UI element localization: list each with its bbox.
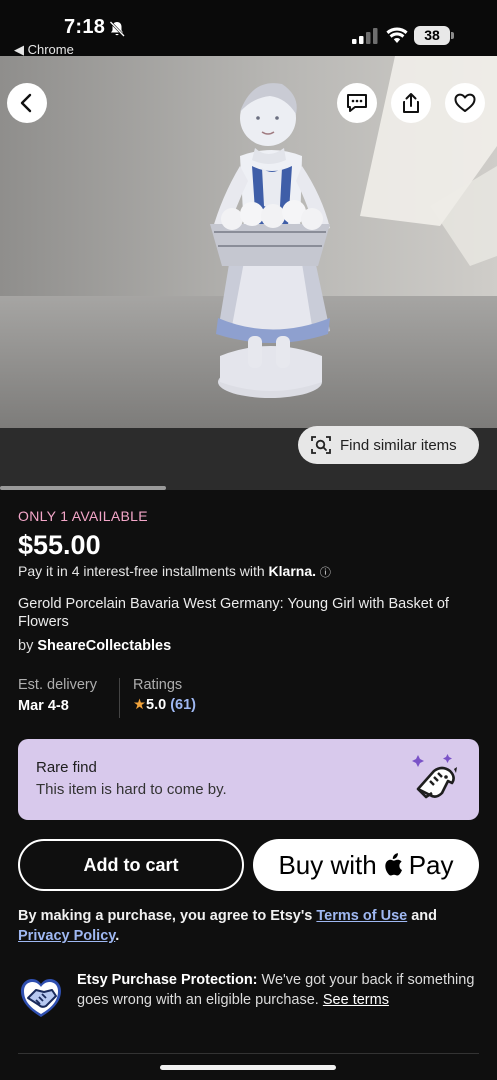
ratings-label: Ratings <box>133 677 183 693</box>
message-icon <box>347 94 367 112</box>
ratings-summary[interactable]: ★5.0 (61) <box>133 697 196 713</box>
rating-value: 5.0 <box>146 697 167 713</box>
rare-find-title: Rare find <box>36 759 97 776</box>
star-icon: ★ <box>133 697 146 713</box>
pay-label: Pay <box>408 849 454 880</box>
listing-title: Gerold Porcelain Bavaria West Germany: Y… <box>18 596 449 630</box>
home-indicator[interactable] <box>160 1065 336 1070</box>
terms-of-use-link[interactable]: Terms of Use <box>316 908 407 924</box>
section-divider <box>18 1053 479 1054</box>
chevron-left-icon <box>20 93 32 113</box>
price: $55.00 <box>18 530 101 560</box>
klarna-logo: Klarna. <box>268 563 317 579</box>
status-time: 7:18 <box>64 16 106 38</box>
apple-logo-icon <box>385 853 402 876</box>
favorite-button[interactable] <box>445 83 485 123</box>
share-icon <box>403 93 419 113</box>
battery-indicator: 38 <box>414 26 454 45</box>
purchase-protection-text: Etsy Purchase Protection: We've got your… <box>77 970 477 1010</box>
rare-find-card: Rare find This item is hard to come by. <box>18 739 479 820</box>
rare-find-subtitle: This item is hard to come by. <box>36 781 227 798</box>
bell-muted-icon <box>109 21 125 37</box>
unicorn-icon <box>412 754 457 799</box>
info-icon[interactable]: ⓘ <box>320 567 331 579</box>
privacy-policy-link[interactable]: Privacy Policy <box>18 928 115 944</box>
klarna-installments[interactable]: Pay it in 4 interest-free installments w… <box>18 563 331 580</box>
agreement-suffix: . <box>115 928 120 944</box>
seller-line[interactable]: by SheareCollectables <box>18 638 171 654</box>
protection-title: Etsy Purchase Protection: <box>77 972 258 988</box>
seller-prefix: by <box>18 638 34 654</box>
apple-pay-button[interactable]: Buy with Pay <box>253 839 479 891</box>
add-to-cart-button[interactable]: Add to cart <box>18 839 244 891</box>
find-similar-button[interactable]: Find similar items <box>298 426 479 464</box>
delivery-label: Est. delivery <box>18 677 97 693</box>
meta-divider <box>119 678 120 718</box>
buy-with-label: Buy with <box>278 849 377 880</box>
purchase-protection-icon <box>21 979 61 1017</box>
availability-label: ONLY 1 AVAILABLE <box>18 508 148 524</box>
see-terms-link[interactable]: See terms <box>323 992 389 1008</box>
delivery-value: Mar 4-8 <box>18 698 69 714</box>
back-button[interactable] <box>7 83 47 123</box>
cellular-signal-icon <box>352 28 378 44</box>
purchase-agreement: By making a purchase, you agree to Etsy'… <box>18 906 480 946</box>
visual-search-icon <box>311 436 331 454</box>
heart-icon <box>454 93 476 112</box>
photo-scroll-indicator <box>0 486 166 490</box>
wifi-icon <box>386 27 408 43</box>
share-button[interactable] <box>391 83 431 123</box>
agreement-and: and <box>411 908 438 924</box>
rating-count-link[interactable]: (61) <box>170 697 196 713</box>
agreement-prefix: By making a purchase, you agree to Etsy'… <box>18 908 313 924</box>
find-similar-label: Find similar items <box>340 436 457 454</box>
message-seller-button[interactable] <box>337 83 377 123</box>
status-bar: 7:18 ◀ Chrome 38 <box>0 0 497 57</box>
seller-name-link[interactable]: SheareCollectables <box>37 638 171 654</box>
installments-text: Pay it in 4 interest-free installments w… <box>18 563 265 579</box>
product-photo[interactable] <box>0 56 497 428</box>
